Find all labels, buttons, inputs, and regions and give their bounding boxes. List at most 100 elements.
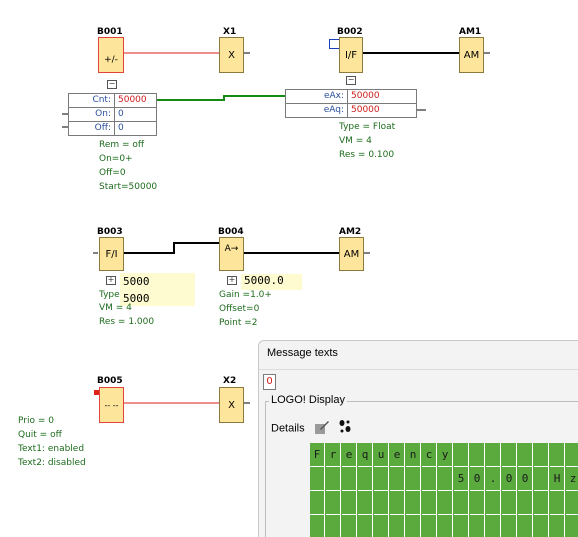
- lcd-cell[interactable]: [566, 443, 578, 467]
- lcd-cell[interactable]: [550, 515, 565, 537]
- lcd-cell[interactable]: 0: [518, 467, 533, 491]
- lcd-cell[interactable]: [358, 467, 373, 491]
- b003-value-1[interactable]: 5000: [123, 275, 150, 288]
- lcd-cell[interactable]: [566, 491, 578, 515]
- info-line: Start=50000: [99, 182, 158, 192]
- lcd-cell[interactable]: [534, 467, 549, 491]
- param-row-cnt[interactable]: Cnt: 50000: [69, 94, 156, 108]
- lcd-cell[interactable]: F: [310, 443, 325, 467]
- lcd-cell[interactable]: q: [358, 443, 373, 467]
- b003-expand-toggle[interactable]: +: [106, 276, 116, 285]
- lcd-cell[interactable]: n: [406, 443, 421, 467]
- param-value[interactable]: 50000: [115, 94, 147, 107]
- lcd-cell[interactable]: e: [390, 443, 405, 467]
- lcd-cell[interactable]: [390, 491, 405, 515]
- lcd-cell[interactable]: 5: [454, 467, 469, 491]
- message-tab-0[interactable]: 0: [263, 374, 276, 390]
- b004-expand-toggle[interactable]: +: [227, 276, 237, 285]
- lcd-cell[interactable]: y: [438, 443, 453, 467]
- lcd-cell[interactable]: [438, 467, 453, 491]
- lcd-cell[interactable]: [422, 515, 437, 537]
- param-value[interactable]: 0: [115, 122, 124, 135]
- lcd-cell[interactable]: [486, 491, 501, 515]
- b002-symbol: I/F: [344, 49, 358, 61]
- lcd-cell[interactable]: [470, 491, 485, 515]
- lcd-cell[interactable]: [422, 491, 437, 515]
- param-row-eax[interactable]: eAx: 50000: [286, 90, 416, 104]
- param-value[interactable]: 50000: [348, 104, 380, 117]
- block-b003[interactable]: F/I: [99, 237, 124, 271]
- lcd-cell[interactable]: [342, 491, 357, 515]
- block-b004[interactable]: A→: [219, 237, 244, 271]
- lcd-cell[interactable]: [470, 515, 485, 537]
- footsteps-icon[interactable]: [337, 419, 353, 438]
- param-key: On:: [69, 108, 115, 121]
- lcd-cell[interactable]: [454, 515, 469, 537]
- lcd-cell[interactable]: [390, 515, 405, 537]
- param-row-off[interactable]: Off: 0: [69, 122, 156, 135]
- lcd-cell[interactable]: [566, 515, 578, 537]
- lcd-cell[interactable]: [406, 491, 421, 515]
- block-b001[interactable]: +/-: [98, 37, 124, 73]
- block-b005[interactable]: -- --: [99, 387, 124, 423]
- lcd-cell[interactable]: [342, 515, 357, 537]
- param-row-on[interactable]: On: 0: [69, 108, 156, 122]
- block-am1[interactable]: AM: [459, 37, 484, 73]
- param-row-eaq[interactable]: eAq: 50000: [286, 104, 416, 117]
- lcd-cell[interactable]: [518, 491, 533, 515]
- lcd-display[interactable]: Frequency 50.00Hz: [310, 443, 578, 537]
- info-line: Text2: disabled: [18, 458, 86, 468]
- b002-collapse-toggle[interactable]: −: [346, 76, 356, 85]
- lcd-cell[interactable]: [534, 491, 549, 515]
- lcd-cell[interactable]: [550, 491, 565, 515]
- lcd-cell[interactable]: [502, 491, 517, 515]
- lcd-cell[interactable]: [502, 515, 517, 537]
- block-x1[interactable]: X: [219, 37, 244, 73]
- lcd-cell[interactable]: [550, 443, 565, 467]
- lcd-cell[interactable]: [358, 515, 373, 537]
- lcd-cell[interactable]: [502, 443, 517, 467]
- lcd-cell[interactable]: [406, 467, 421, 491]
- lcd-cell[interactable]: [454, 443, 469, 467]
- lcd-cell[interactable]: [374, 467, 389, 491]
- block-b002[interactable]: I/F: [339, 37, 363, 73]
- lcd-cell[interactable]: [422, 467, 437, 491]
- edit-icon[interactable]: [314, 419, 330, 438]
- lcd-cell[interactable]: H: [550, 467, 565, 491]
- lcd-cell[interactable]: [518, 515, 533, 537]
- lcd-cell[interactable]: [326, 515, 341, 537]
- lcd-cell[interactable]: [374, 515, 389, 537]
- param-value[interactable]: 50000: [348, 90, 380, 103]
- lcd-cell[interactable]: c: [422, 443, 437, 467]
- lcd-cell[interactable]: [390, 467, 405, 491]
- lcd-cell[interactable]: [486, 443, 501, 467]
- lcd-cell[interactable]: [438, 491, 453, 515]
- lcd-cell[interactable]: [406, 515, 421, 537]
- block-am2[interactable]: AM: [339, 237, 364, 271]
- param-value[interactable]: 0: [115, 108, 124, 121]
- lcd-cell[interactable]: [342, 467, 357, 491]
- lcd-cell[interactable]: [358, 491, 373, 515]
- lcd-cell[interactable]: z: [566, 467, 578, 491]
- lcd-cell[interactable]: [454, 491, 469, 515]
- lcd-cell[interactable]: [374, 491, 389, 515]
- lcd-cell[interactable]: 0: [470, 467, 485, 491]
- lcd-cell[interactable]: [310, 515, 325, 537]
- lcd-cell[interactable]: .: [486, 467, 501, 491]
- lcd-cell[interactable]: [534, 515, 549, 537]
- lcd-cell[interactable]: [486, 515, 501, 537]
- b001-collapse-toggle[interactable]: −: [107, 80, 117, 89]
- lcd-cell[interactable]: [326, 491, 341, 515]
- lcd-cell[interactable]: e: [342, 443, 357, 467]
- lcd-cell[interactable]: [310, 491, 325, 515]
- block-x2[interactable]: X: [219, 387, 244, 423]
- lcd-cell[interactable]: [518, 443, 533, 467]
- lcd-cell[interactable]: [326, 467, 341, 491]
- lcd-cell[interactable]: 0: [502, 467, 517, 491]
- lcd-cell[interactable]: r: [326, 443, 341, 467]
- lcd-cell[interactable]: u: [374, 443, 389, 467]
- lcd-cell[interactable]: [438, 515, 453, 537]
- lcd-cell[interactable]: [470, 443, 485, 467]
- lcd-cell[interactable]: [534, 443, 549, 467]
- lcd-cell[interactable]: [310, 467, 325, 491]
